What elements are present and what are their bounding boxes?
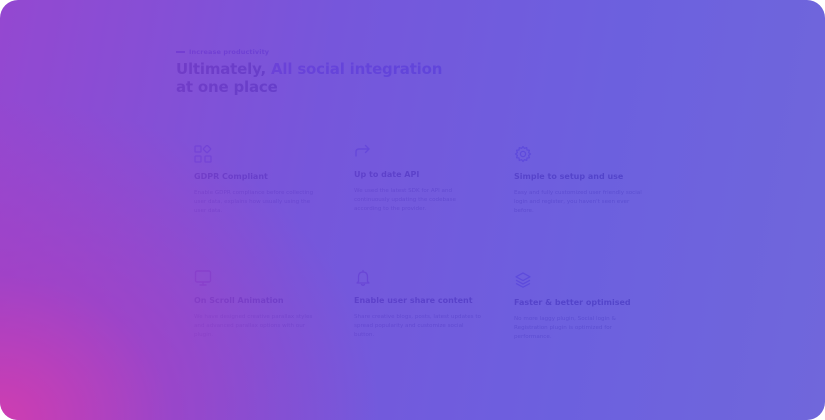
section-eyebrow: Increase productivity (176, 48, 269, 56)
title-part2: at one place (176, 78, 278, 96)
title-part1: Ultimately, (176, 60, 272, 78)
feature-title: Up to date API (354, 170, 420, 179)
feature-title: On Scroll Animation (194, 296, 284, 305)
feature-title: Enable user share content (354, 296, 473, 305)
feature-description: No more laggy plugin, Social login & Reg… (514, 316, 616, 340)
eyebrow-dash (176, 51, 185, 53)
section-title: Ultimately, All social integration at on… (176, 60, 476, 96)
bell-icon (354, 269, 372, 287)
feature-description: Share creative blogs, posts, latest upda… (354, 314, 481, 338)
feature-description: We used the latest SDK for API and conti… (354, 188, 456, 212)
eyebrow-text: Increase productivity (189, 48, 270, 56)
feature-title: Simple to setup and use (514, 172, 624, 181)
feature-description: We have designed creative parallax style… (194, 314, 313, 338)
page: Increase productivity Ultimately, All so… (0, 0, 825, 420)
gear-icon (514, 145, 532, 163)
feature-title: GDPR Compliant (194, 172, 268, 181)
feature-description: Enable GDPR compliance before collecting… (194, 190, 314, 214)
monitor-icon (194, 269, 212, 287)
features-section: Increase productivity Ultimately, All so… (0, 0, 825, 420)
feature-title: Faster & better optimised (514, 298, 631, 307)
layers-icon (514, 271, 532, 289)
redirect-arrow-icon (354, 143, 372, 161)
feature-description: Easy and fully customized user friendly … (514, 190, 642, 214)
title-accent: All social integration (271, 60, 443, 78)
grid-icon (194, 145, 212, 163)
